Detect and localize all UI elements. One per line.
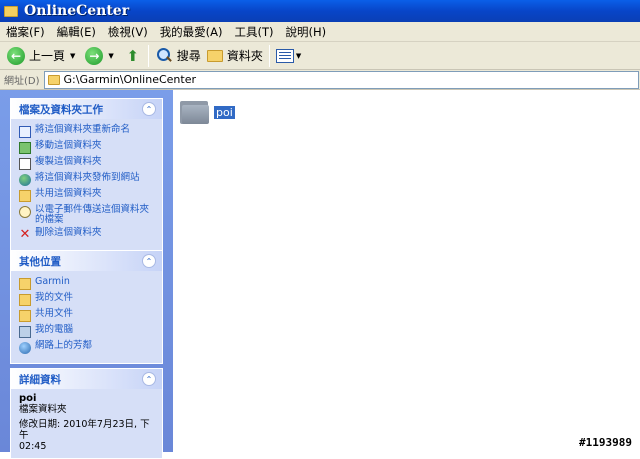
search-label: 搜尋 bbox=[176, 49, 201, 63]
search-button[interactable]: 搜尋 bbox=[152, 44, 204, 68]
task-share[interactable]: 共用這個資料夾 bbox=[19, 189, 156, 202]
menu-edit[interactable]: 編輯(E) bbox=[51, 24, 102, 40]
other-places-panel: 其他位置 ⌃ Garmin 我的文件 共用文件 我的電腦 網路上的芳鄰 bbox=[10, 250, 163, 364]
documents-icon bbox=[19, 294, 31, 306]
up-folder-icon: ⬆ bbox=[126, 46, 140, 65]
address-label: 網址(D) bbox=[4, 76, 40, 87]
computer-icon bbox=[19, 326, 31, 338]
panel-header[interactable]: 詳細資料 ⌃ bbox=[11, 369, 162, 389]
file-list-area[interactable]: poi #1193989 bbox=[173, 90, 640, 452]
folder-icon bbox=[180, 99, 210, 125]
back-button[interactable]: ← 上一頁 ▼ bbox=[4, 44, 82, 68]
address-input[interactable]: G:\Garmin\OnlineCenter bbox=[43, 70, 639, 89]
back-arrow-icon: ← bbox=[7, 46, 25, 65]
details-item-name: poi bbox=[19, 393, 37, 404]
delete-icon: ✕ bbox=[19, 227, 31, 242]
shared-docs-icon bbox=[19, 310, 31, 322]
rename-icon bbox=[19, 126, 31, 138]
file-folder-tasks-panel: 檔案及資料夾工作 ⌃ 將這個資料夾重新命名 移動這個資料夾 複製這個資料夾 將這… bbox=[10, 98, 163, 251]
folder-icon bbox=[19, 278, 31, 290]
panel-header[interactable]: 其他位置 ⌃ bbox=[11, 251, 162, 271]
menu-favorites[interactable]: 我的最愛(A) bbox=[154, 24, 229, 40]
forward-button[interactable]: → ▼ bbox=[82, 44, 120, 68]
folder-item-poi[interactable]: poi bbox=[180, 99, 235, 125]
place-my-computer[interactable]: 我的電腦 bbox=[19, 325, 156, 338]
toolbar: ← 上一頁 ▼ → ▼ ⬆ 搜尋 資料夾 ▼ bbox=[0, 42, 640, 70]
task-email[interactable]: 以電子郵件傳送這個資料夾的檔案 bbox=[19, 205, 156, 225]
place-network[interactable]: 網路上的芳鄰 bbox=[19, 341, 156, 354]
place-my-documents[interactable]: 我的文件 bbox=[19, 293, 156, 306]
chevron-down-icon[interactable]: ▼ bbox=[70, 52, 75, 60]
collapse-icon[interactable]: ⌃ bbox=[142, 372, 156, 386]
folder-item-label: poi bbox=[214, 105, 235, 119]
title-bar[interactable]: OnlineCenter bbox=[0, 0, 640, 22]
menu-view[interactable]: 檢視(V) bbox=[102, 24, 154, 40]
collapse-icon[interactable]: ⌃ bbox=[142, 102, 156, 116]
copy-icon bbox=[19, 158, 31, 170]
details-modified-time: 02:45 bbox=[19, 441, 47, 452]
folders-button[interactable]: 資料夾 bbox=[204, 44, 266, 68]
toolbar-separator bbox=[268, 44, 270, 67]
folder-icon bbox=[47, 74, 60, 85]
panel-header[interactable]: 檔案及資料夾工作 ⌃ bbox=[11, 99, 162, 119]
details-panel: 詳細資料 ⌃ poi 檔案資料夾 修改日期: 2010年7月23日, 下午 02… bbox=[10, 368, 163, 459]
menu-tools[interactable]: 工具(T) bbox=[229, 24, 280, 40]
task-copy[interactable]: 複製這個資料夾 bbox=[19, 157, 156, 170]
share-icon bbox=[19, 190, 31, 202]
views-icon bbox=[275, 48, 294, 63]
collapse-icon[interactable]: ⌃ bbox=[142, 254, 156, 268]
task-delete[interactable]: ✕ 刪除這個資料夾 bbox=[19, 227, 156, 242]
task-pane: 檔案及資料夾工作 ⌃ 將這個資料夾重新命名 移動這個資料夾 複製這個資料夾 將這… bbox=[0, 90, 173, 459]
toolbar-separator bbox=[147, 44, 149, 67]
task-rename[interactable]: 將這個資料夾重新命名 bbox=[19, 125, 156, 138]
menu-bar: 檔案(F) 編輯(E) 檢視(V) 我的最愛(A) 工具(T) 說明(H) bbox=[0, 22, 640, 42]
panel-title: 其他位置 bbox=[19, 255, 61, 268]
place-shared-documents[interactable]: 共用文件 bbox=[19, 309, 156, 322]
task-move[interactable]: 移動這個資料夾 bbox=[19, 141, 156, 154]
explorer-window: OnlineCenter 檔案(F) 編輯(E) 檢視(V) 我的最愛(A) 工… bbox=[0, 0, 640, 459]
search-icon bbox=[155, 47, 173, 65]
views-button[interactable]: ▼ bbox=[273, 44, 308, 68]
folder-icon bbox=[206, 49, 223, 62]
address-bar: 網址(D) G:\Garmin\OnlineCenter bbox=[0, 70, 640, 90]
menu-file[interactable]: 檔案(F) bbox=[0, 24, 51, 40]
window-title: OnlineCenter bbox=[24, 3, 130, 19]
address-path: G:\Garmin\OnlineCenter bbox=[63, 73, 196, 86]
folder-icon bbox=[4, 5, 18, 17]
publish-web-icon bbox=[19, 174, 31, 186]
chevron-down-icon[interactable]: ▼ bbox=[108, 52, 113, 60]
details-modified: 修改日期: 2010年7月23日, 下午 bbox=[19, 419, 150, 441]
email-icon bbox=[19, 206, 31, 218]
back-label: 上一頁 bbox=[29, 49, 66, 63]
network-icon bbox=[19, 342, 31, 354]
folders-label: 資料夾 bbox=[226, 49, 263, 63]
task-publish[interactable]: 將這個資料夾發佈到網站 bbox=[19, 173, 156, 186]
menu-help[interactable]: 說明(H) bbox=[280, 24, 333, 40]
up-button[interactable]: ⬆ bbox=[121, 44, 145, 68]
panel-title: 檔案及資料夾工作 bbox=[19, 103, 103, 116]
place-garmin[interactable]: Garmin bbox=[19, 277, 156, 290]
panel-title: 詳細資料 bbox=[19, 373, 61, 386]
chevron-down-icon[interactable]: ▼ bbox=[296, 52, 301, 60]
move-icon bbox=[19, 142, 31, 154]
watermark: #1193989 bbox=[579, 436, 632, 449]
details-item-type: 檔案資料夾 bbox=[19, 404, 67, 415]
forward-arrow-icon: → bbox=[85, 46, 104, 65]
